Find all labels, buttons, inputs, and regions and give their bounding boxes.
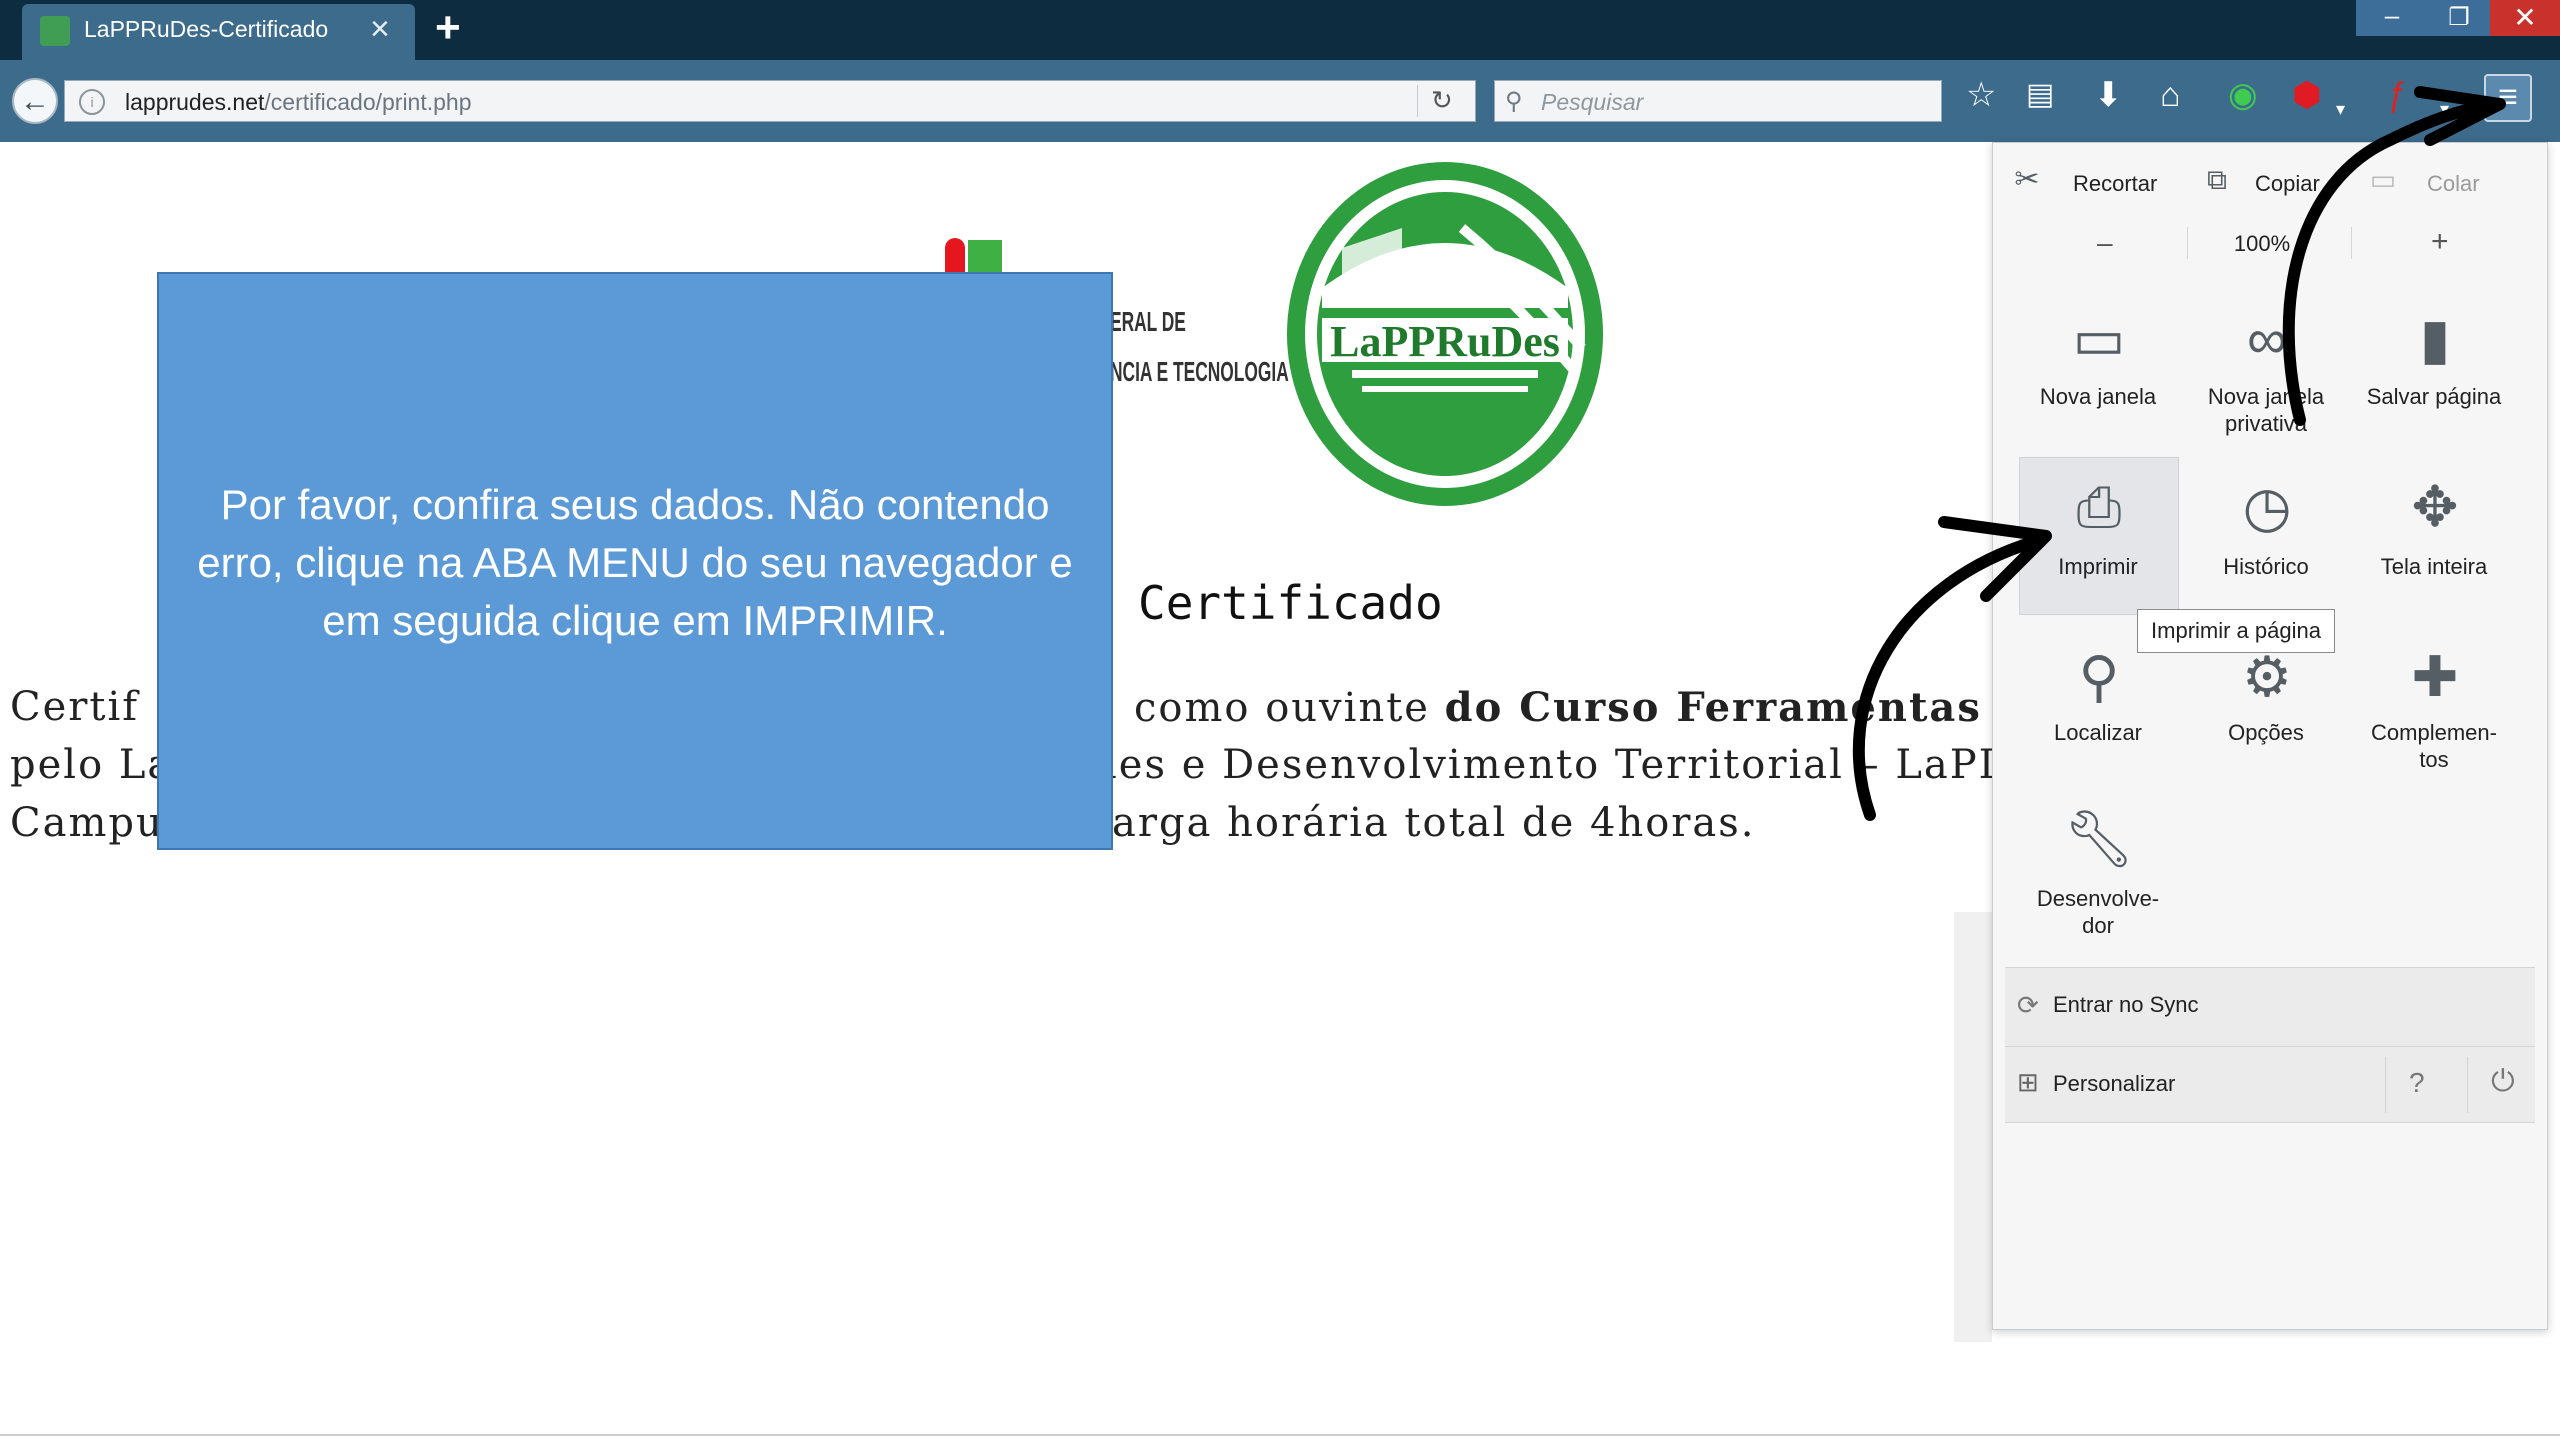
- reading-list-icon[interactable]: ▤: [2026, 78, 2054, 112]
- new-private-window-button[interactable]: Nova janela privativa: [2181, 383, 2351, 437]
- certificate-line-left: Certif: [10, 684, 140, 730]
- row-divider: [2385, 1057, 2386, 1113]
- url-bar[interactable]: i lapprudes.net/certificado/print.php ↻: [64, 80, 1476, 122]
- options-button[interactable]: Opções: [2181, 719, 2351, 746]
- tab-title: LaPPRuDes-Certificado: [84, 16, 329, 42]
- page-side-strip: [1954, 912, 1992, 1342]
- restore-button[interactable]: ❐: [2428, 0, 2490, 36]
- lapprudes-logo: LaPPRuDes: [1287, 162, 1603, 506]
- certificate-line-right: como ouvinte do Curso Ferramentas de: [1134, 684, 2055, 731]
- print-button[interactable]: Imprimir: [2013, 553, 2183, 580]
- certificate-title: Certificado: [1138, 576, 1443, 630]
- customize-button[interactable]: Personalizar: [2053, 1071, 2175, 1097]
- developer-button[interactable]: Desenvolve-dor: [2033, 885, 2163, 939]
- url-path: /certificado/print.php: [264, 89, 472, 115]
- back-button[interactable]: ←: [12, 78, 58, 124]
- extension-green-icon[interactable]: ◉: [2228, 78, 2258, 112]
- search-bar[interactable]: ⚲ Pesquisar: [1494, 80, 1942, 122]
- certificate-course-name: do Curso Ferramentas de: [1444, 684, 2056, 731]
- window-icon: ▭: [2072, 307, 2126, 370]
- institution-name-line: NCIA E TECNOLOGIA: [1110, 356, 1289, 387]
- scissors-icon: ✂: [2014, 163, 2040, 196]
- fullscreen-icon: ✥: [2411, 475, 2459, 538]
- search-input[interactable]: Pesquisar: [1541, 89, 1643, 116]
- info-icon[interactable]: i: [79, 89, 105, 115]
- close-tab-icon[interactable]: ×: [370, 12, 390, 46]
- zoom-divider: [2351, 227, 2352, 259]
- home-icon[interactable]: ⌂: [2160, 78, 2181, 112]
- institution-name-line: ERAL DE: [1110, 306, 1186, 337]
- chevron-down-icon[interactable]: ▾: [2336, 92, 2345, 126]
- window-bottom-border: [0, 1434, 2560, 1436]
- gear-icon: ⚙: [2241, 645, 2293, 708]
- url-divider: [1417, 85, 1418, 117]
- zoom-level-button[interactable]: 100%: [2197, 231, 2327, 257]
- certificate-line-right: arga horária total de 4horas.: [1112, 800, 1756, 846]
- power-icon[interactable]: ⏻: [2491, 1065, 2515, 1099]
- instruction-text: Por favor, confira seus dados. Não conte…: [197, 481, 1073, 644]
- puzzle-icon: ✚: [2411, 645, 2459, 708]
- search-icon: ⚲: [1505, 88, 1523, 115]
- paste-icon: ▭: [2369, 164, 2397, 195]
- certificate-text: como ouvinte: [1134, 685, 1445, 731]
- page-icon: ▮: [2419, 307, 2451, 370]
- plus-square-icon: ⊞: [2017, 1067, 2039, 1097]
- sync-button[interactable]: Entrar no Sync: [2053, 992, 2199, 1018]
- zoom-out-button[interactable]: –: [2097, 227, 2113, 259]
- wrench-icon: 🔧︎: [2063, 807, 2135, 870]
- history-button[interactable]: Histórico: [2181, 553, 2351, 580]
- logo-text: LaPPRuDes: [1330, 317, 1560, 366]
- instruction-callout: Por favor, confira seus dados. Não conte…: [157, 272, 1113, 850]
- print-tooltip: Imprimir a página: [2137, 609, 2335, 653]
- customize-row: ⊞ Personalizar ? ⏻: [2005, 1047, 2535, 1123]
- chevron-down-icon[interactable]: ▾: [2440, 92, 2449, 126]
- sync-row[interactable]: ⟳ Entrar no Sync: [2005, 967, 2535, 1047]
- adblock-icon[interactable]: ⬢: [2292, 78, 2322, 112]
- favicon-icon: [40, 16, 70, 46]
- extension-red-icon[interactable]: ƒ: [2388, 78, 2407, 112]
- new-tab-button[interactable]: +: [435, 6, 461, 50]
- printer-icon: ⎙: [2076, 475, 2122, 538]
- certificate-line-right: les e Desenvolvimento Territorial – LaPI: [1104, 742, 1994, 788]
- clock-icon: ◷: [2242, 475, 2292, 538]
- copy-button[interactable]: Copiar: [2255, 171, 2320, 197]
- find-button[interactable]: Localizar: [2013, 719, 2183, 746]
- title-bar: LaPPRuDes-Certificado × + – ❐ ✕: [0, 0, 2560, 60]
- zoom-in-button[interactable]: +: [2431, 225, 2449, 259]
- bookmark-star-icon[interactable]: ☆: [1966, 78, 1996, 112]
- copy-icon: ⧉: [2207, 164, 2227, 195]
- new-window-button[interactable]: Nova janela: [2013, 383, 2183, 410]
- save-page-button[interactable]: Salvar página: [2349, 383, 2519, 410]
- addons-button[interactable]: Complemen-tos: [2359, 719, 2509, 773]
- reload-icon[interactable]: ↻: [1431, 85, 1453, 116]
- hamburger-menu-button[interactable]: ≡: [2484, 74, 2532, 122]
- paste-button[interactable]: Colar: [2427, 171, 2480, 197]
- url-text: lapprudes.net/certificado/print.php: [125, 89, 472, 116]
- browser-menu-panel: ✂ Recortar ⧉ Copiar ▭ Colar – 100% + ▭ N…: [1992, 142, 2548, 1330]
- zoom-divider: [2187, 227, 2188, 259]
- sync-icon: ⟳: [2017, 990, 2039, 1020]
- window-close-button[interactable]: ✕: [2490, 0, 2560, 36]
- cut-button[interactable]: Recortar: [2073, 171, 2157, 197]
- download-icon[interactable]: ⬇: [2094, 78, 2123, 112]
- mask-icon: ∞: [2247, 307, 2287, 370]
- help-icon[interactable]: ?: [2409, 1067, 2425, 1099]
- minimize-button[interactable]: –: [2356, 0, 2428, 36]
- row-divider: [2467, 1057, 2468, 1113]
- magnifier-icon: ⚲: [2078, 645, 2120, 708]
- fullscreen-button[interactable]: Tela inteira: [2349, 553, 2519, 580]
- tab-active[interactable]: LaPPRuDes-Certificado ×: [22, 4, 415, 60]
- url-host: lapprudes.net: [125, 89, 265, 115]
- certificate-line-left: pelo La: [10, 742, 174, 788]
